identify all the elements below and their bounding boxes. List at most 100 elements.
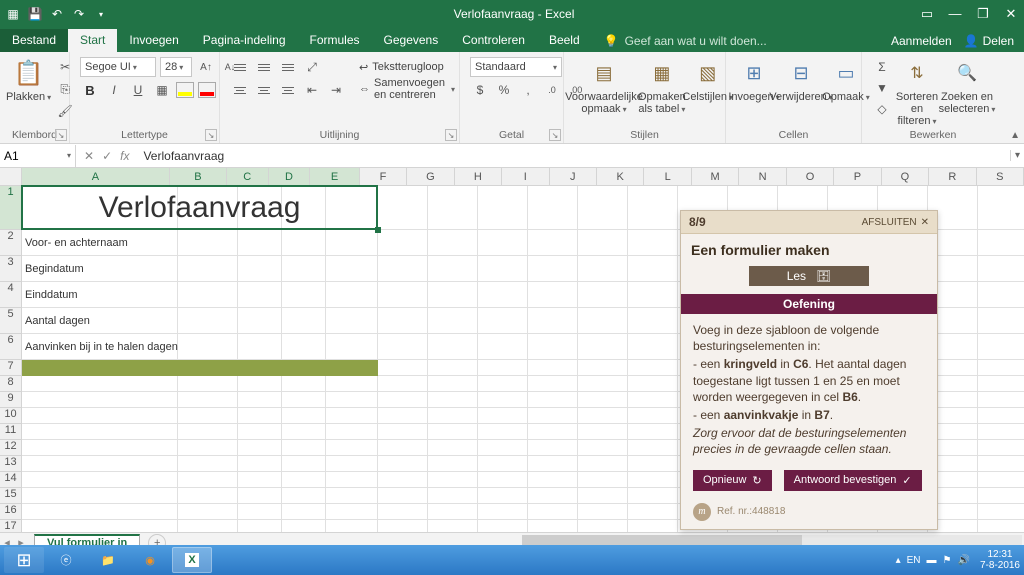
cell-styles-button[interactable]: ▧Celstijlen▾: [686, 57, 730, 103]
font-name-input[interactable]: Segoe UI▾: [80, 57, 156, 77]
cell-a6[interactable]: Aanvinken bij in te halen dagen: [22, 334, 238, 360]
col-header-L[interactable]: L: [644, 168, 691, 185]
col-header-G[interactable]: G: [407, 168, 454, 185]
name-box[interactable]: A1▾: [0, 145, 76, 167]
tab-review[interactable]: Controleren: [450, 29, 537, 52]
percent-format-icon[interactable]: %: [494, 80, 514, 100]
wrap-text-button[interactable]: ↩Tekstterugloop: [354, 57, 460, 77]
undo-icon[interactable]: ↶: [50, 7, 64, 21]
row-header-1[interactable]: 1: [0, 186, 21, 230]
col-header-M[interactable]: M: [692, 168, 739, 185]
taskbar-excel[interactable]: X: [172, 547, 212, 573]
comma-format-icon[interactable]: ,: [518, 80, 538, 100]
row-header-9[interactable]: 9: [0, 392, 21, 408]
col-header-P[interactable]: P: [834, 168, 881, 185]
select-all-corner[interactable]: [0, 168, 22, 186]
fill-icon[interactable]: ▼: [872, 78, 892, 98]
row-header-12[interactable]: 12: [0, 440, 21, 456]
font-size-input[interactable]: 28▾: [160, 57, 192, 77]
col-header-E[interactable]: E: [310, 168, 359, 185]
find-select-button[interactable]: 🔍Zoeken en selecteren▾: [942, 57, 992, 115]
tab-page-layout[interactable]: Pagina-indeling: [191, 29, 298, 52]
fill-color-button[interactable]: [176, 82, 194, 98]
cell-a1-merged[interactable]: Verlofaanvraag: [22, 186, 378, 230]
row-header-8[interactable]: 8: [0, 376, 21, 392]
sort-filter-button[interactable]: ⇅Sorteren en filteren▾: [892, 57, 942, 127]
row-header-17[interactable]: 17: [0, 520, 21, 532]
col-header-N[interactable]: N: [739, 168, 786, 185]
col-header-H[interactable]: H: [455, 168, 502, 185]
align-middle-icon[interactable]: [254, 59, 274, 75]
expand-formula-bar-icon[interactable]: ▾: [1010, 150, 1024, 161]
tray-clock[interactable]: 12:31 7-8-2016: [980, 549, 1020, 571]
accounting-format-icon[interactable]: $: [470, 80, 490, 100]
cell-a5[interactable]: Aantal dagen: [22, 308, 178, 334]
tab-file[interactable]: Bestand: [0, 29, 68, 52]
sign-in[interactable]: Aanmelden: [891, 34, 952, 48]
qat-customize-icon[interactable]: ▾: [94, 7, 108, 21]
border-button[interactable]: ▦: [152, 80, 172, 100]
underline-button[interactable]: U: [128, 80, 148, 100]
clipboard-dialog-launcher[interactable]: ↘: [55, 129, 67, 141]
format-cells-button[interactable]: ▭Opmaak▾: [826, 57, 866, 103]
row-header-4[interactable]: 4: [0, 282, 21, 308]
align-bottom-icon[interactable]: [278, 59, 298, 75]
align-center-icon[interactable]: [254, 82, 274, 98]
row-header-10[interactable]: 10: [0, 408, 21, 424]
close-icon[interactable]: ✕: [1004, 6, 1018, 22]
row-header-2[interactable]: 2: [0, 230, 21, 256]
share-button[interactable]: 👤Delen: [964, 34, 1014, 48]
row-header-16[interactable]: 16: [0, 504, 21, 520]
restore-icon[interactable]: ❐: [976, 6, 990, 22]
row-header-6[interactable]: 6: [0, 334, 21, 360]
lesson-button[interactable]: Les🗄: [749, 266, 869, 286]
decrease-indent-icon[interactable]: ⇤: [302, 80, 322, 100]
col-header-R[interactable]: R: [929, 168, 976, 185]
tray-action-center-icon[interactable]: ⚑: [943, 555, 952, 566]
collapse-ribbon-icon[interactable]: ▲: [1010, 130, 1020, 141]
col-header-D[interactable]: D: [269, 168, 311, 185]
row-header-14[interactable]: 14: [0, 472, 21, 488]
paste-button[interactable]: 📋 Plakken▾: [6, 57, 51, 103]
row-header-15[interactable]: 15: [0, 488, 21, 504]
format-as-table-button[interactable]: ▦Opmaken als tabel▾: [638, 57, 686, 115]
cancel-formula-icon[interactable]: ✕: [84, 149, 94, 163]
tray-expand-icon[interactable]: ▴: [896, 555, 901, 566]
merge-center-button[interactable]: ⇔Samenvoegen en centreren▾: [354, 79, 460, 99]
col-header-B[interactable]: B: [170, 168, 227, 185]
bold-button[interactable]: B: [80, 80, 100, 100]
tray-flag-icon[interactable]: ▬: [927, 555, 937, 566]
col-header-I[interactable]: I: [502, 168, 549, 185]
number-format-select[interactable]: Standaard▾: [470, 57, 562, 77]
alignment-dialog-launcher[interactable]: ↘: [445, 129, 457, 141]
col-header-S[interactable]: S: [977, 168, 1024, 185]
minimize-icon[interactable]: —: [948, 6, 962, 22]
align-left-icon[interactable]: [230, 82, 250, 98]
col-header-A[interactable]: A: [22, 168, 170, 185]
row-header-5[interactable]: 5: [0, 308, 21, 334]
tab-insert[interactable]: Invoegen: [117, 29, 190, 52]
retry-button[interactable]: Opnieuw↻: [693, 470, 772, 491]
formula-input[interactable]: Verlofaanvraag: [137, 149, 1010, 163]
increase-decimal-icon[interactable]: .0: [542, 80, 562, 100]
row-header-13[interactable]: 13: [0, 456, 21, 472]
tray-volume-icon[interactable]: 🔊: [958, 555, 970, 566]
tab-data[interactable]: Gegevens: [372, 29, 451, 52]
confirm-answer-button[interactable]: Antwoord bevestigen✓: [784, 470, 922, 491]
align-top-icon[interactable]: [230, 59, 250, 75]
redo-icon[interactable]: ↷: [72, 7, 86, 21]
row-header-7[interactable]: 7: [0, 360, 21, 376]
increase-font-icon[interactable]: A↑: [196, 57, 216, 77]
col-header-J[interactable]: J: [550, 168, 597, 185]
font-color-button[interactable]: [198, 82, 216, 98]
clear-icon[interactable]: ◇: [872, 99, 892, 119]
conditional-formatting-button[interactable]: ▤Voorwaardelijke opmaak▾: [570, 57, 638, 115]
italic-button[interactable]: I: [104, 80, 124, 100]
align-right-icon[interactable]: [278, 82, 298, 98]
row-header-3[interactable]: 3: [0, 256, 21, 282]
taskbar-ie[interactable]: ⓔ: [46, 547, 86, 573]
font-dialog-launcher[interactable]: ↘: [205, 129, 217, 141]
cell-a2[interactable]: Voor- en achternaam: [22, 230, 178, 256]
autosum-icon[interactable]: Σ: [872, 57, 892, 77]
start-button[interactable]: ⊞: [4, 547, 44, 573]
